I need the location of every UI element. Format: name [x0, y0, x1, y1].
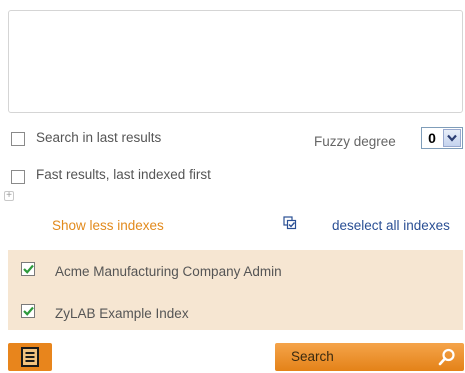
index-checkbox-acme[interactable]: [21, 262, 35, 276]
list-icon: [21, 347, 39, 367]
fast-results-checkbox[interactable]: [11, 170, 25, 184]
checkmark-icon: [22, 306, 34, 316]
search-button-label: Search: [291, 349, 334, 364]
index-label-zylab: ZyLAB Example Index: [55, 306, 189, 321]
search-in-last-results-checkbox[interactable]: [11, 132, 25, 146]
query-textarea[interactable]: [8, 10, 463, 113]
fast-results-label: Fast results, last indexed first: [36, 167, 211, 182]
deselect-all-indexes-link[interactable]: deselect all indexes: [332, 218, 450, 233]
checkmark-icon: [22, 264, 34, 274]
index-checkbox-zylab[interactable]: [21, 304, 35, 318]
fuzzy-degree-select[interactable]: 0: [421, 127, 463, 149]
show-less-indexes-link[interactable]: Show less indexes: [52, 218, 164, 233]
fuzzy-degree-label: Fuzzy degree: [314, 134, 396, 149]
chevron-down-icon[interactable]: [443, 129, 461, 147]
expand-plus-icon[interactable]: +: [4, 191, 14, 201]
index-label-acme: Acme Manufacturing Company Admin: [55, 264, 282, 279]
search-in-last-results-label: Search in last results: [36, 130, 162, 145]
deselect-all-icon[interactable]: [283, 216, 297, 230]
menu-button[interactable]: [8, 343, 52, 371]
fuzzy-degree-value: 0: [428, 130, 436, 146]
search-button[interactable]: Search: [275, 343, 464, 371]
search-icon: [438, 348, 456, 366]
